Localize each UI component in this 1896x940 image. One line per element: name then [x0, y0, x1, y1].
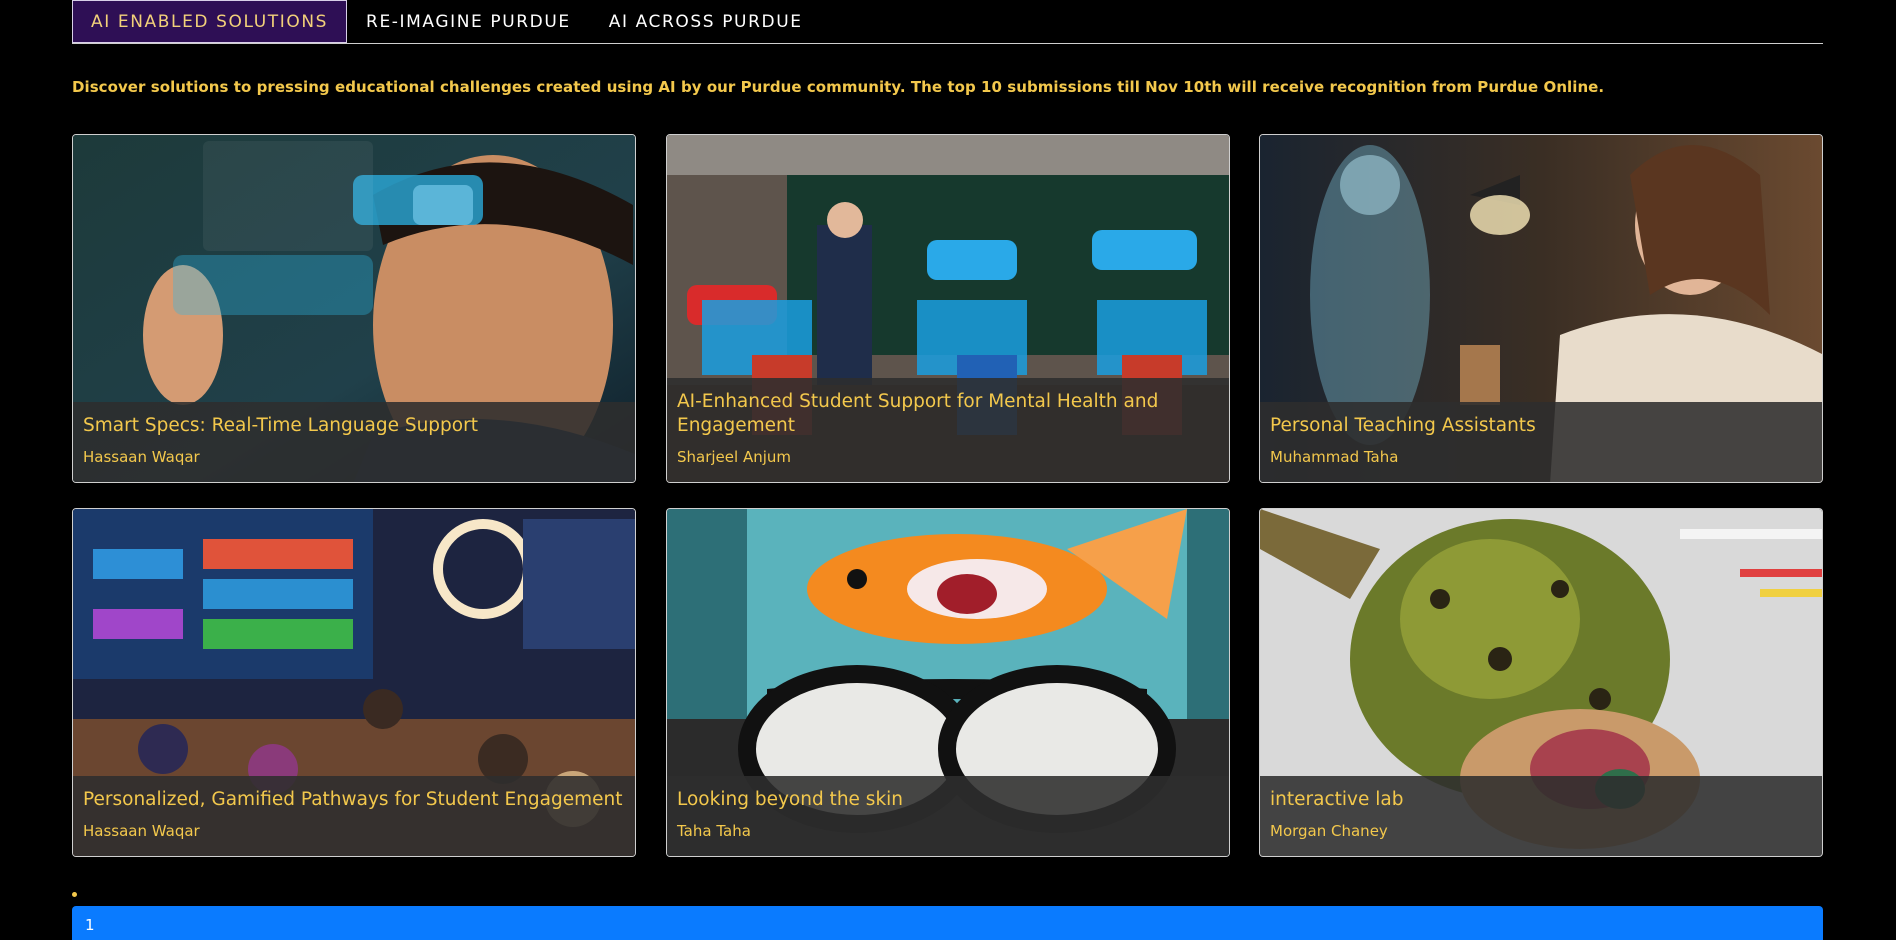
solution-card-teaching-assistants[interactable]: Personal Teaching Assistants Muhammad Ta…	[1259, 134, 1823, 483]
card-author: Muhammad Taha	[1270, 448, 1399, 466]
card-caption: Looking beyond the skin Taha Taha	[667, 776, 1229, 856]
card-author: Morgan Chaney	[1270, 822, 1388, 840]
tab-ai-across-purdue[interactable]: AI ACROSS PURDUE	[590, 0, 822, 43]
card-author: Taha Taha	[677, 822, 751, 840]
solution-card-beyond-the-skin[interactable]: Looking beyond the skin Taha Taha	[666, 508, 1230, 857]
card-title: Smart Specs: Real-Time Language Support	[83, 415, 478, 436]
card-caption: Personal Teaching Assistants Muhammad Ta…	[1260, 402, 1822, 482]
solution-card-smart-specs[interactable]: Smart Specs: Real-Time Language Support …	[72, 134, 636, 483]
card-caption: interactive lab Morgan Chaney	[1260, 776, 1822, 856]
solution-card-interactive-lab[interactable]: interactive lab Morgan Chaney	[1259, 508, 1823, 857]
solution-card-gamified-pathways[interactable]: Personalized, Gamified Pathways for Stud…	[72, 508, 636, 857]
card-title: Personal Teaching Assistants	[1270, 415, 1536, 436]
card-caption: Smart Specs: Real-Time Language Support …	[73, 402, 635, 482]
tab-ai-enabled-solutions[interactable]: AI ENABLED SOLUTIONS	[72, 0, 348, 43]
card-title: interactive lab	[1270, 789, 1404, 810]
tab-re-imagine-purdue[interactable]: RE-IMAGINE PURDUE	[347, 0, 590, 43]
card-caption: AI-Enhanced Student Support for Mental H…	[667, 378, 1229, 482]
tab-bar: AI ENABLED SOLUTIONS RE-IMAGINE PURDUE A…	[72, 0, 1823, 44]
pagination-bar[interactable]: 1	[72, 906, 1823, 940]
intro-text: Discover solutions to pressing education…	[72, 78, 1605, 96]
pagination-dot[interactable]	[72, 892, 77, 897]
card-caption: Personalized, Gamified Pathways for Stud…	[73, 776, 635, 856]
card-author: Sharjeel Anjum	[677, 448, 792, 466]
card-author: Hassaan Waqar	[83, 448, 200, 466]
card-author: Hassaan Waqar	[83, 822, 200, 840]
card-title: Looking beyond the skin	[677, 789, 904, 810]
card-title: AI-Enhanced Student Support for Mental H…	[677, 391, 1159, 436]
solution-card-mental-health[interactable]: AI-Enhanced Student Support for Mental H…	[666, 134, 1230, 483]
page-number[interactable]: 1	[85, 916, 95, 934]
card-title: Personalized, Gamified Pathways for Stud…	[83, 789, 623, 810]
